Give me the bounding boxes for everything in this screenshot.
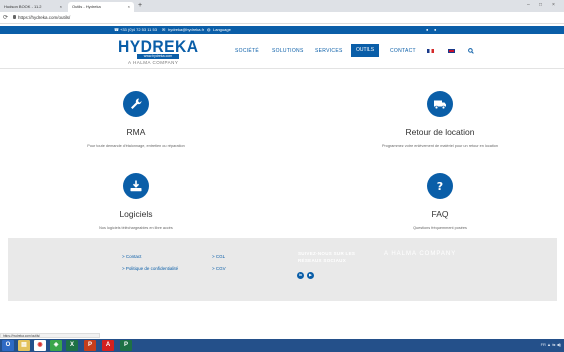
browser-tab-bar: Hudson BOOK - 11.2 × Outils - Hydreka × … [0, 0, 564, 12]
feature-title-rma[interactable]: RMA [116, 127, 156, 137]
close-window-button[interactable]: × [552, 2, 555, 8]
question-icon[interactable]: ? [427, 173, 453, 199]
social-title-line2: RÉSEAUX SOCIAUX [298, 258, 347, 263]
lock-icon [13, 15, 16, 19]
acrobat-icon[interactable]: A [102, 340, 114, 351]
site-footer: > Contact > Politique de confidentialité… [8, 238, 557, 301]
linkedin-icon[interactable]: ● [426, 26, 428, 34]
footer-link-contact[interactable]: > Contact [122, 254, 141, 259]
excel-icon[interactable]: X [66, 340, 78, 351]
nav-services[interactable]: SERVICES [315, 48, 343, 54]
nav-solutions[interactable]: SOLUTIONS [272, 48, 304, 54]
app-icon[interactable]: ◈ [50, 340, 62, 351]
outlook-icon[interactable]: O [2, 340, 14, 351]
address-bar: ⟳ https://hydreka.com/outils/ [0, 12, 564, 24]
mail-icon: ✉ [162, 27, 166, 32]
email-link[interactable]: hydreka@hydreka.fr [168, 26, 204, 34]
halma-logo: A HALMA COMPANY [384, 251, 457, 257]
linkedin-icon[interactable]: in [297, 272, 304, 279]
browser-tab[interactable]: Hudson BOOK - 11.2 × [0, 2, 66, 12]
tab-label: Outils - Hydreka [72, 4, 101, 9]
close-tab-icon[interactable]: × [128, 4, 130, 10]
file-explorer-icon[interactable]: ▤ [18, 340, 30, 351]
uk-flag-icon[interactable] [448, 49, 455, 53]
feature-title-retour-location[interactable]: Retour de location [400, 127, 480, 137]
minimize-button[interactable]: – [527, 2, 530, 8]
logo-url: www.hydreka.com [137, 54, 179, 59]
logo-tagline: A HALMA COMPANY [128, 60, 179, 65]
nav-outils[interactable]: OUTILS [351, 44, 379, 57]
footer-link-cgl[interactable]: > CGL [212, 254, 225, 259]
nav-contact[interactable]: CONTACT [390, 48, 416, 54]
feature-desc-logiciels: Nos logiciels téléchargeables en libre a… [99, 226, 173, 230]
youtube-icon[interactable]: ● [434, 26, 436, 34]
header-divider [0, 68, 564, 69]
feature-desc-retour-location: Programmez votre enlèvement de matériel … [381, 144, 499, 148]
globe-icon: ◍ [207, 27, 211, 32]
browser-tab-active[interactable]: Outils - Hydreka × [68, 2, 134, 12]
french-flag-icon[interactable] [427, 49, 434, 53]
feature-title-logiciels[interactable]: Logiciels [106, 209, 166, 219]
system-tray[interactable]: FR ▲ ⇆ ◀) [541, 342, 561, 347]
close-tab-icon[interactable]: × [60, 4, 62, 10]
windows-taskbar: O ▤ ◉ ◈ X P A P FR ▲ ⇆ ◀) [0, 339, 564, 352]
status-bar-url: https://hydreka.com/outils/ [0, 333, 100, 338]
social-title-line1: SUIVEZ-NOUS SUR LES [298, 251, 356, 256]
youtube-icon[interactable]: ▶ [307, 272, 314, 279]
svg-text:?: ? [437, 180, 443, 193]
download-icon[interactable] [123, 173, 149, 199]
footer-link-cgv[interactable]: > CGV [212, 266, 226, 271]
url-field[interactable]: https://hydreka.com/outils/ [18, 15, 70, 20]
reload-icon[interactable]: ⟳ [3, 14, 8, 21]
footer-link-privacy[interactable]: > Politique de confidentialité [122, 266, 178, 271]
phone-number[interactable]: +33 (0)4 72 53 11 53 [120, 26, 157, 34]
wrench-icon[interactable] [123, 91, 149, 117]
chrome-icon[interactable]: ◉ [34, 340, 46, 351]
contact-top-bar: ☎ +33 (0)4 72 53 11 53 ✉ hydreka@hydreka… [0, 26, 564, 34]
phone-icon: ☎ [114, 27, 119, 32]
maximize-button[interactable]: □ [539, 2, 542, 8]
truck-icon[interactable] [427, 91, 453, 117]
language-selector[interactable]: Language [213, 26, 231, 34]
feature-desc-rma: Pour toute demande d'étalonnage, entreti… [87, 144, 185, 148]
tab-label: Hudson BOOK - 11.2 [4, 4, 42, 9]
nav-societe[interactable]: SOCIÉTÉ [235, 48, 259, 54]
feature-desc-faq: Questions fréquemment posées [413, 226, 467, 230]
search-icon[interactable] [468, 48, 474, 54]
new-tab-button[interactable]: + [138, 1, 142, 11]
powerpoint-icon[interactable]: P [84, 340, 96, 351]
feature-title-faq[interactable]: FAQ [420, 209, 460, 219]
project-icon[interactable]: P [120, 340, 132, 351]
